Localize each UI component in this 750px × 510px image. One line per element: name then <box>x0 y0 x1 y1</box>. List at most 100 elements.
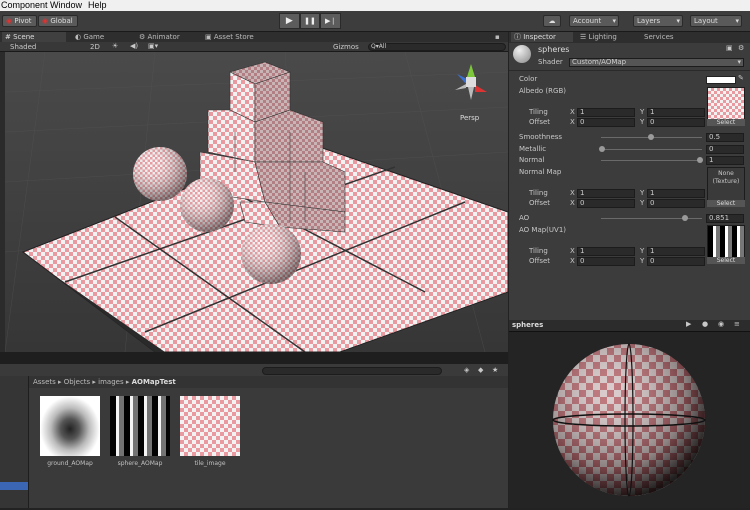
account-label: Account <box>573 17 602 25</box>
menu-window[interactable]: Window <box>50 0 82 10</box>
project-search-input[interactable] <box>262 367 442 375</box>
x-label: X <box>570 108 575 116</box>
albedo-offset-x[interactable]: 0 <box>577 118 635 127</box>
project-folder-tree <box>0 376 29 508</box>
smoothness-value[interactable]: 0.5 <box>706 133 744 142</box>
ao-tiling-y[interactable]: 1 <box>647 247 705 256</box>
ground-aomap-thumbnail[interactable] <box>40 396 100 456</box>
normal-map-type: (Texture) <box>712 178 740 185</box>
inspector-tab-strip: ⓘ Inspector ☰ Lighting Services <box>509 32 750 43</box>
layers-dropdown[interactable]: Layers ▾ <box>633 15 683 27</box>
normal-tiling-y[interactable]: 1 <box>647 189 705 198</box>
albedo-tiling-y[interactable]: 1 <box>647 108 705 117</box>
perspective-label[interactable]: Persp <box>460 114 479 122</box>
pivot-label: Pivot <box>14 17 32 25</box>
tab-scene[interactable]: # Scene <box>2 32 66 42</box>
layout-dropdown[interactable]: Layout ▾ <box>690 15 742 27</box>
menu-help[interactable]: Help <box>88 0 107 10</box>
albedo-tiling-x[interactable]: 1 <box>577 108 635 117</box>
breadcrumb-objects[interactable]: Objects <box>64 378 90 386</box>
breadcrumb-images[interactable]: images <box>98 378 123 386</box>
albedo-select-button[interactable]: Select <box>707 119 745 126</box>
ao-value[interactable]: 0.851 <box>706 214 744 223</box>
tab-inspector[interactable]: ⓘ Inspector <box>511 32 573 42</box>
layers-label: Layers <box>637 17 661 25</box>
y-label: Y <box>640 199 645 207</box>
filter-label-icon[interactable]: ◆ <box>478 366 483 374</box>
normal-value[interactable]: 1 <box>706 156 744 165</box>
ao-offset-x[interactable]: 0 <box>577 257 635 266</box>
tab-animator[interactable]: ⚙ Animator <box>136 32 196 42</box>
scene-search-input[interactable]: Q▾All <box>368 43 506 51</box>
normal-label: Normal <box>519 156 545 164</box>
normal-offset-y[interactable]: 0 <box>647 199 705 208</box>
metallic-value[interactable]: 0 <box>706 145 744 154</box>
ao-offset-label: Offset <box>529 257 551 265</box>
ao-tiling-x[interactable]: 1 <box>577 247 635 256</box>
metallic-slider-knob[interactable] <box>599 146 605 152</box>
tab-services[interactable]: Services <box>641 32 697 42</box>
tab-game[interactable]: ◐ Game <box>72 32 122 42</box>
tab-animator-label: Animator <box>147 33 180 41</box>
account-dropdown[interactable]: Account ▾ <box>569 15 619 27</box>
preview-sphere-icon[interactable]: ● <box>702 320 708 328</box>
color-swatch[interactable] <box>706 76 736 84</box>
material-icon <box>513 45 531 63</box>
tile-image-thumbnail[interactable] <box>180 396 240 456</box>
metallic-slider[interactable] <box>601 149 702 150</box>
x-label: X <box>570 118 575 126</box>
y-label: Y <box>640 247 645 255</box>
audio-toggle-icon[interactable]: ◀) <box>130 42 138 50</box>
viewport-left-edge <box>0 52 5 352</box>
gizmos-dropdown[interactable]: Gizmos <box>333 43 359 51</box>
toggle-2d[interactable]: 2D <box>90 43 100 51</box>
ao-map-select-button[interactable]: Select <box>707 257 745 264</box>
normal-slider[interactable] <box>601 160 702 161</box>
pivot-button[interactable]: ◉ Pivot <box>2 15 37 27</box>
normal-tiling-x[interactable]: 1 <box>577 189 635 198</box>
breadcrumb-aomaptest[interactable]: AOMapTest <box>132 378 176 386</box>
panel-menu-icon[interactable]: ▪ <box>492 32 506 42</box>
menu-component[interactable]: Component <box>1 0 48 10</box>
game-icon: ◐ <box>75 33 82 41</box>
global-button[interactable]: ◉ Global <box>38 15 78 27</box>
preview-light-icon[interactable]: ◉ <box>718 320 724 328</box>
cloud-button[interactable]: ☁ <box>543 15 561 27</box>
preview-menu-icon[interactable]: ≡ <box>734 320 740 328</box>
favorite-icon[interactable]: ★ <box>492 366 498 374</box>
info-icon: ⓘ <box>514 33 521 41</box>
ao-offset-y[interactable]: 0 <box>647 257 705 266</box>
tab-asset-store[interactable]: ▣ Asset Store <box>202 32 272 42</box>
shader-dropdown[interactable]: Custom/AOMap ▾ <box>569 58 744 67</box>
pause-button[interactable]: ❚❚ <box>299 13 321 29</box>
scene-tab-strip: # Scene ◐ Game ⚙ Animator ▣ Asset Store … <box>0 32 508 42</box>
dropdown-arrow-icon: ▾ <box>612 17 616 25</box>
lighting-toggle-icon[interactable]: ☀ <box>112 42 118 50</box>
eyedropper-icon[interactable]: ✎ <box>738 74 744 82</box>
selected-folder-row[interactable] <box>0 482 28 490</box>
menu-bar: Component Window Help <box>0 0 750 11</box>
metallic-label: Metallic <box>519 145 547 153</box>
tab-lighting[interactable]: ☰ Lighting <box>577 32 633 42</box>
normal-tiling-label: Tiling <box>529 189 548 197</box>
filter-type-icon[interactable]: ◈ <box>464 366 469 374</box>
sphere-aomap-thumbnail[interactable] <box>110 396 170 456</box>
tab-inspector-label: Inspector <box>523 33 556 41</box>
normal-map-select-button[interactable]: Select <box>707 200 745 207</box>
settings-gear-icon[interactable]: ⚙ <box>738 44 744 52</box>
preview-play-icon[interactable]: ▶ <box>686 320 691 328</box>
ao-slider-knob[interactable] <box>682 215 688 221</box>
normal-offset-x[interactable]: 0 <box>577 199 635 208</box>
smoothness-slider-knob[interactable] <box>648 134 654 140</box>
scene-viewport[interactable]: Persp <box>5 52 508 352</box>
play-button[interactable]: ▶ <box>279 13 300 29</box>
albedo-offset-y[interactable]: 0 <box>647 118 705 127</box>
scene-render <box>5 52 508 352</box>
preview-sphere-render <box>552 343 706 497</box>
help-icon[interactable]: ▣ <box>726 44 733 52</box>
effects-toggle-icon[interactable]: ▣▾ <box>148 42 158 50</box>
normal-slider-knob[interactable] <box>697 157 703 163</box>
step-button[interactable]: ▶❘ <box>320 13 342 29</box>
breadcrumb-assets[interactable]: Assets <box>33 378 56 386</box>
shading-mode-dropdown[interactable]: Shaded <box>10 43 36 51</box>
